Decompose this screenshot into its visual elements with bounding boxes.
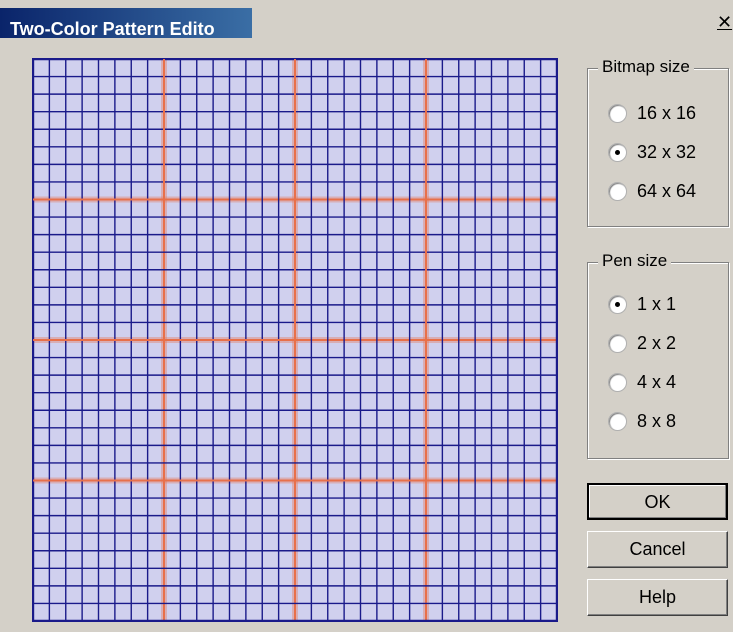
radio-label: 2 x 2 (637, 332, 677, 353)
bitmap-size-legend: Bitmap size (598, 57, 694, 77)
pattern-editor-dialog: Two-Color Pattern Edito ✕ Bitmap size 16… (0, 0, 733, 632)
radio-label: 16 x 16 (637, 102, 697, 123)
title-bar-fill: Two-Color Pattern Edito (0, 8, 252, 39)
radio-button-icon[interactable] (608, 181, 627, 201)
bitmap-size-group: Bitmap size 16 x 16 32 x 32 64 x 64 (587, 57, 729, 227)
title-bar: Two-Color Pattern Edito ✕ (0, 0, 733, 39)
window-title: Two-Color Pattern Edito (10, 19, 215, 39)
radio-button-icon[interactable] (608, 372, 627, 392)
pattern-grid[interactable] (32, 58, 558, 622)
radio-label: 64 x 64 (637, 180, 697, 201)
radio-bitmap-64[interactable]: 64 x 64 (608, 179, 696, 203)
help-button[interactable]: Help (587, 579, 728, 616)
radio-pen-4[interactable]: 4 x 4 (608, 370, 676, 394)
radio-button-icon[interactable] (608, 103, 627, 123)
pen-size-legend: Pen size (598, 251, 672, 271)
radio-label: 4 x 4 (637, 371, 677, 392)
radio-label: 32 x 32 (637, 141, 697, 162)
radio-pen-8[interactable]: 8 x 8 (608, 409, 676, 433)
radio-label: 8 x 8 (637, 410, 677, 431)
radio-bitmap-32[interactable]: 32 x 32 (608, 140, 696, 164)
radio-bitmap-16[interactable]: 16 x 16 (608, 101, 696, 125)
cancel-button[interactable]: Cancel (587, 531, 728, 568)
radio-pen-2[interactable]: 2 x 2 (608, 331, 676, 355)
pen-size-group: Pen size 1 x 1 2 x 2 4 x 4 8 x 8 (587, 251, 729, 459)
radio-button-icon[interactable] (608, 142, 627, 162)
radio-button-icon[interactable] (608, 411, 627, 431)
radio-label: 1 x 1 (637, 293, 677, 314)
radio-pen-1[interactable]: 1 x 1 (608, 292, 676, 316)
radio-button-icon[interactable] (608, 294, 627, 314)
ok-button[interactable]: OK (587, 483, 728, 520)
radio-button-icon[interactable] (608, 333, 627, 353)
close-icon[interactable]: ✕ (717, 12, 732, 32)
pattern-grid-canvas[interactable] (33, 59, 557, 621)
